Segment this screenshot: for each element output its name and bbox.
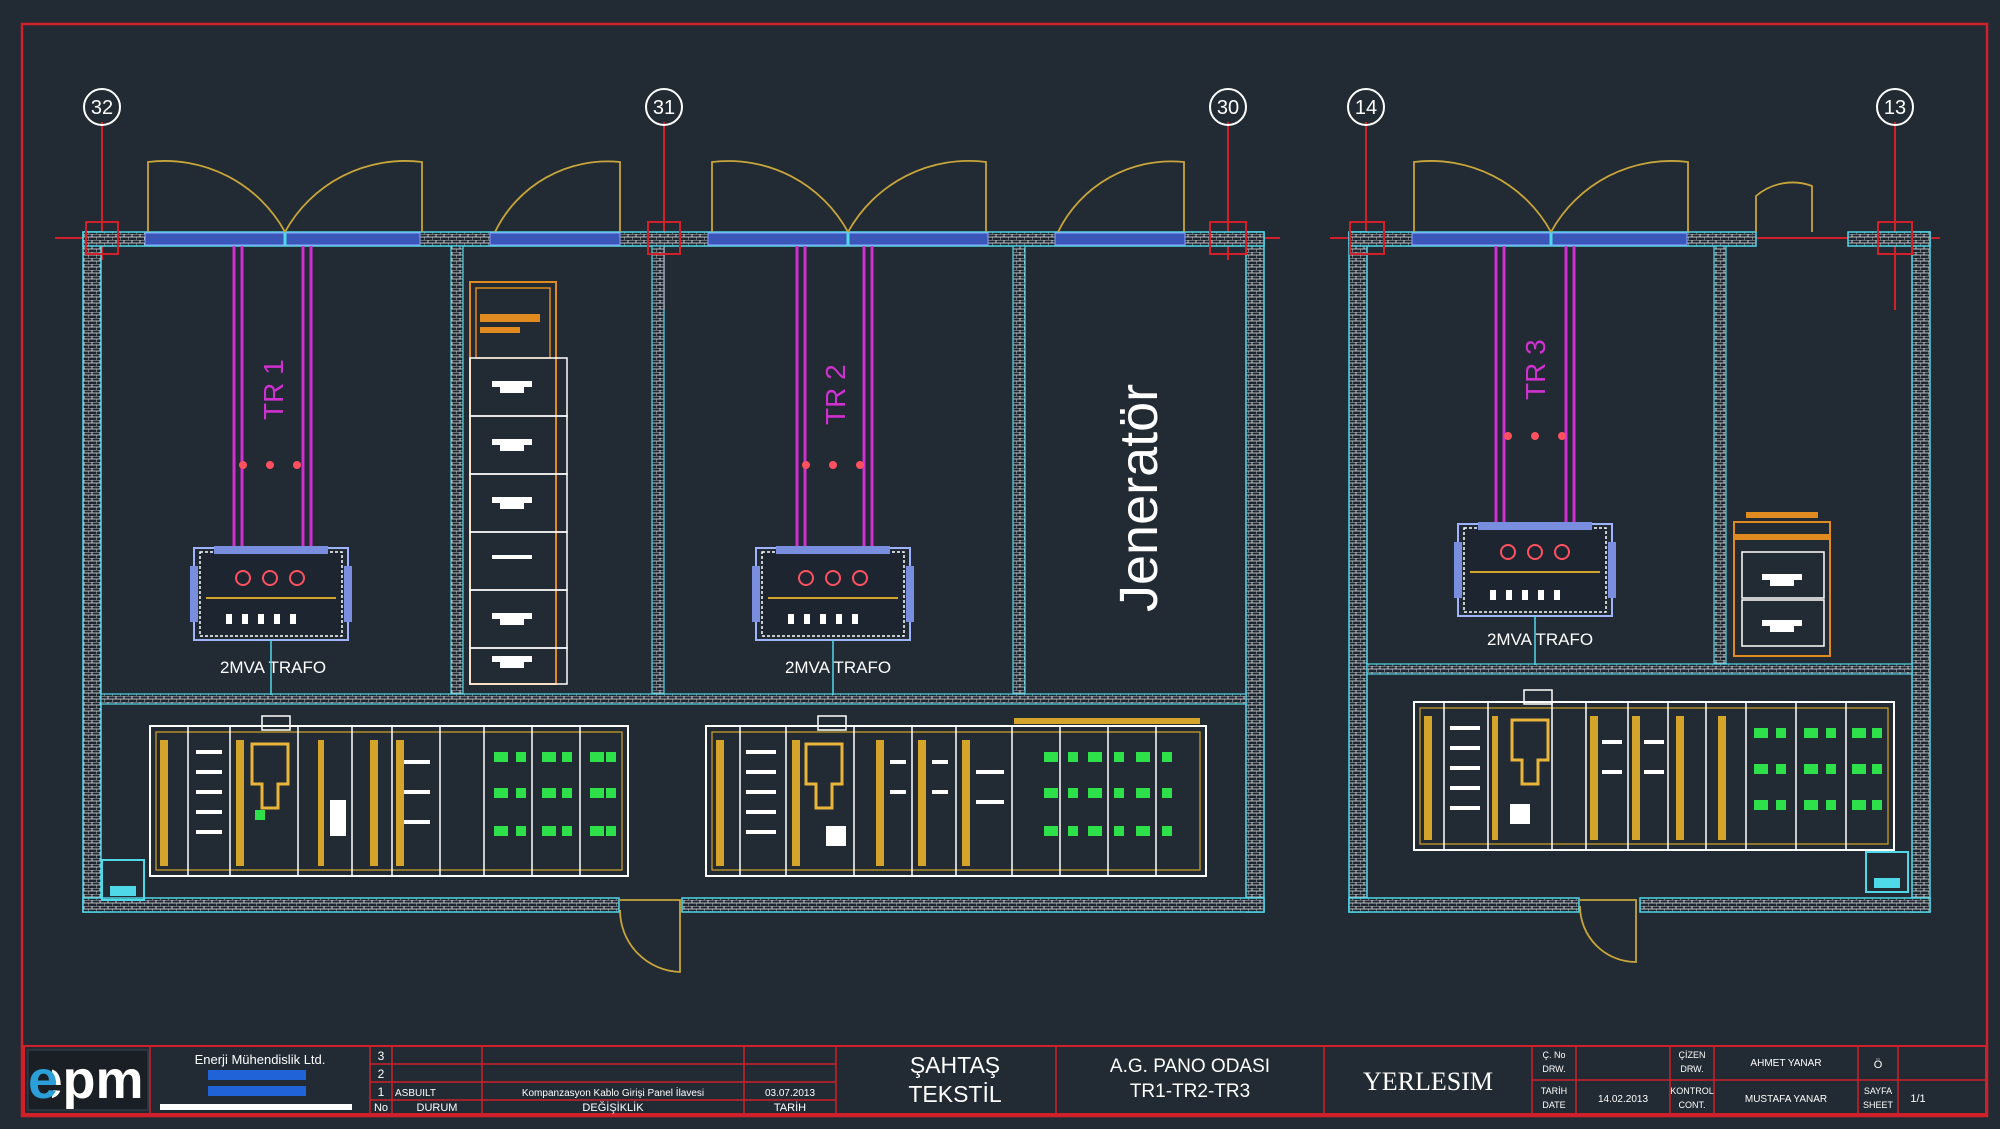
lv-panel-row-tr1 [149, 715, 629, 877]
svg-text:14.02.2013: 14.02.2013 [1598, 1094, 1648, 1105]
svg-text:SHEET: SHEET [1863, 1100, 1894, 1110]
svg-text:30: 30 [1217, 97, 1239, 119]
svg-text:13: 13 [1884, 97, 1906, 119]
title-block: epm e Enerji Mühendislik Ltd. 3 2 1 ASBU… [23, 1045, 1987, 1115]
grid-marker-31: 31 [645, 88, 683, 126]
svg-text:14: 14 [1355, 97, 1377, 119]
svg-text:Ç. No: Ç. No [1542, 1050, 1565, 1060]
company-stripe-2 [208, 1086, 306, 1096]
svg-text:SAYFA: SAYFA [1864, 1086, 1892, 1096]
tr2-transformer-icon [752, 546, 914, 641]
svg-text:No: No [374, 1102, 388, 1114]
grid-marker-30: 30 [1209, 88, 1247, 126]
svg-text:31: 31 [653, 97, 675, 119]
svg-text:2: 2 [378, 1067, 385, 1081]
svg-text:DEĞİŞİKLİK: DEĞİŞİKLİK [582, 1101, 644, 1114]
company-stripe-1 [208, 1070, 306, 1080]
svg-text:CONT.: CONT. [1679, 1100, 1706, 1110]
tr2-cable-markers [802, 461, 864, 469]
tr3-caption: 2MVA TRAFO [1487, 630, 1593, 649]
tr1-label: TR 1 [258, 359, 289, 420]
svg-text:DURUM: DURUM [417, 1102, 458, 1114]
tr3-label: TR 3 [1520, 339, 1551, 400]
svg-text:TARİH: TARİH [774, 1101, 806, 1114]
tr1-caption: 2MVA TRAFO [220, 658, 326, 677]
generator-label: Jeneratör [1109, 384, 1169, 612]
company-stripe-3 [160, 1104, 352, 1110]
project-name-1: A.G. PANO ODASI [1110, 1056, 1270, 1077]
drawing-title: YERLESIM [1363, 1067, 1493, 1096]
lv-panel-row-tr2 [705, 715, 1207, 877]
mv-cubicle-right [1733, 512, 1831, 657]
tr3-cable-markers [1504, 432, 1566, 440]
svg-text:DATE: DATE [1542, 1100, 1565, 1110]
svg-text:Kompanzasyon Kablo Girişi Pane: Kompanzasyon Kablo Girişi Panel İlavesi [522, 1086, 704, 1099]
grid-marker-32: 32 [83, 88, 121, 126]
tr3-transformer-icon [1454, 522, 1616, 617]
corner-equipment-right [1865, 851, 1909, 893]
client-name-2: TEKSTİL [908, 1081, 1002, 1107]
svg-text:Ö: Ö [1874, 1059, 1883, 1071]
cad-drawing-canvas[interactable]: 32 31 30 14 13 TR 1 2MVA TRAFO TR 2 2MVA… [0, 0, 2000, 1129]
svg-text:32: 32 [91, 97, 113, 119]
company-name: Enerji Mühendislik Ltd. [195, 1052, 326, 1067]
svg-text:ASBUILT: ASBUILT [395, 1088, 436, 1099]
svg-text:DRW.: DRW. [1542, 1064, 1565, 1074]
svg-text:MUSTAFA YANAR: MUSTAFA YANAR [1745, 1094, 1827, 1105]
corner-equipment-left [101, 859, 145, 901]
tr1-cable-markers [239, 461, 301, 469]
grid-axes [55, 122, 1940, 310]
svg-text:03.07.2013: 03.07.2013 [765, 1088, 815, 1099]
svg-text:1/1: 1/1 [1910, 1093, 1925, 1105]
grid-marker-14: 14 [1347, 88, 1385, 126]
svg-text:ÇİZEN: ÇİZEN [1679, 1050, 1706, 1060]
client-name-1: ŞAHTAŞ [910, 1052, 1000, 1078]
svg-text:TARİH: TARİH [1541, 1086, 1567, 1096]
svg-text:1: 1 [378, 1085, 385, 1099]
svg-text:KONTROL: KONTROL [1670, 1086, 1714, 1096]
svg-text:DRW.: DRW. [1680, 1064, 1703, 1074]
svg-text:AHMET YANAR: AHMET YANAR [1750, 1058, 1821, 1069]
tr2-label: TR 2 [820, 364, 851, 425]
grid-marker-13: 13 [1876, 88, 1914, 126]
tr1-transformer-icon [190, 546, 352, 641]
svg-text:e: e [28, 1050, 58, 1110]
lv-panel-row-tr3 [1413, 689, 1895, 851]
tr2-caption: 2MVA TRAFO [785, 658, 891, 677]
mv-switchgear-column [469, 281, 568, 685]
svg-text:3: 3 [378, 1049, 385, 1063]
project-name-2: TR1-TR2-TR3 [1130, 1081, 1250, 1102]
